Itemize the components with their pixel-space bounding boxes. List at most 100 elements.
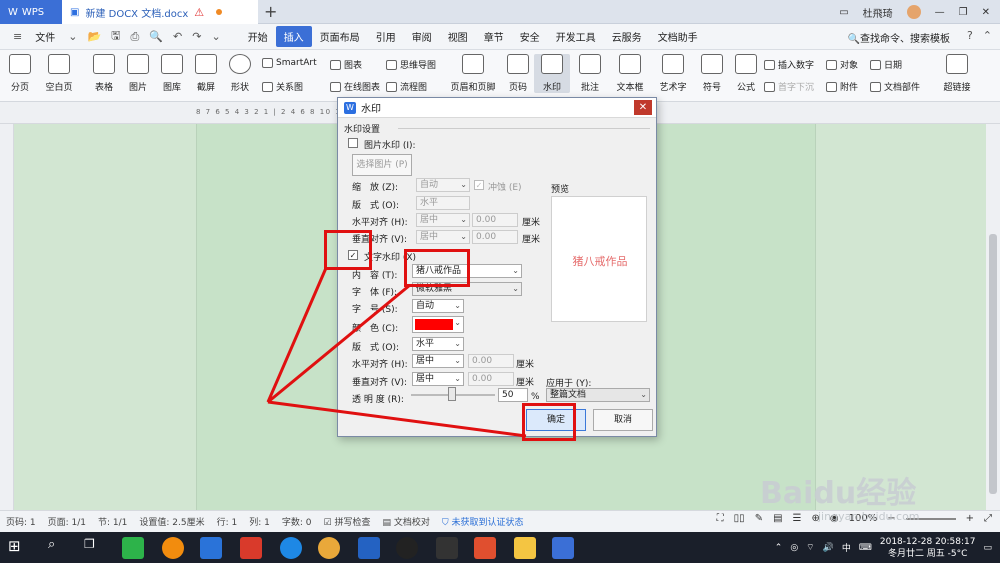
- qq-icon[interactable]: [396, 537, 418, 559]
- first-drop-button[interactable]: 首字下沉: [764, 80, 814, 93]
- washout-checkbox[interactable]: ✓: [474, 180, 484, 190]
- ie-icon[interactable]: [280, 537, 302, 559]
- online-chart-button[interactable]: 在线图表: [330, 80, 380, 93]
- scrollbar-thumb[interactable]: [989, 234, 997, 494]
- comment-button[interactable]: 批注: [576, 54, 604, 93]
- smartart-button[interactable]: SmartArt: [262, 58, 317, 68]
- pdf-icon[interactable]: [474, 537, 496, 559]
- task-view-icon[interactable]: ❐: [84, 537, 106, 559]
- vertical-ruler[interactable]: [0, 124, 14, 510]
- relation-button[interactable]: 关系图: [262, 80, 303, 93]
- close-window-button[interactable]: ✕: [982, 7, 990, 18]
- tray-app-icon[interactable]: ◎: [790, 543, 798, 553]
- hamburger-icon[interactable]: ≡: [8, 30, 27, 43]
- game-icon[interactable]: [436, 537, 458, 559]
- symbol-button[interactable]: 符号: [698, 54, 726, 93]
- avatar[interactable]: [906, 5, 921, 19]
- expand-icon[interactable]: ⤢: [984, 513, 992, 524]
- mindmap-button[interactable]: 思维导图: [386, 58, 436, 71]
- keyboard-icon[interactable]: ⌨: [859, 543, 872, 553]
- menu-references[interactable]: 引用: [368, 26, 404, 47]
- app-grid-icon[interactable]: [200, 537, 222, 559]
- color-picker[interactable]: ⌄: [412, 316, 464, 333]
- date-button[interactable]: 日期: [870, 58, 902, 71]
- wifi-icon[interactable]: ⌔: [806, 542, 814, 553]
- page-view-icon[interactable]: ▤: [773, 513, 782, 524]
- wechat-icon[interactable]: [122, 537, 144, 559]
- app-blue-icon[interactable]: [358, 537, 380, 559]
- transparency-slider-thumb[interactable]: [448, 387, 456, 401]
- text-halign-select[interactable]: 居中 ⌄: [412, 354, 464, 368]
- menu-insert[interactable]: 插入: [275, 26, 312, 47]
- undo-icon[interactable]: ↶: [168, 30, 187, 43]
- gallery-button[interactable]: 图库: [158, 54, 186, 93]
- text-halign-offset[interactable]: 0.00: [468, 354, 514, 368]
- volume-icon[interactable]: 🔊: [823, 543, 834, 553]
- doc-parts-button[interactable]: 文档部件: [870, 80, 920, 93]
- ime-indicator[interactable]: 中: [842, 541, 851, 554]
- proofread-button[interactable]: ▤ 文档校对: [382, 515, 429, 528]
- insert-number-button[interactable]: 插入数字: [764, 58, 814, 71]
- attachment-button[interactable]: 附件: [826, 80, 858, 93]
- object-button[interactable]: 对象: [826, 58, 858, 71]
- menu-cloud[interactable]: 云服务: [604, 26, 650, 47]
- header-footer-button[interactable]: 页眉和页脚: [448, 54, 498, 93]
- command-search[interactable]: 🔍查找命令、搜索模板: [848, 30, 950, 45]
- dialog-close-button[interactable]: ✕: [634, 100, 652, 115]
- table-button[interactable]: 表格: [90, 54, 118, 93]
- document-tab[interactable]: ▣ 新建 DOCX 文档.docx ⚠: [62, 0, 258, 24]
- select-picture-button[interactable]: 选择图片 (P): [352, 154, 412, 176]
- dialog-titlebar[interactable]: W 水印: [338, 98, 656, 118]
- text-valign-select[interactable]: 居中 ⌄: [412, 372, 464, 386]
- app-red-icon[interactable]: [240, 537, 262, 559]
- picture-watermark-checkbox[interactable]: [348, 138, 358, 148]
- blank-page-button[interactable]: 空白页: [40, 54, 78, 93]
- read-mode-icon[interactable]: ▯▯: [734, 513, 745, 524]
- picture-halign-select[interactable]: 居中 ⌄: [416, 213, 470, 227]
- size-select[interactable]: 自动 ⌄: [412, 299, 464, 313]
- wordart-button[interactable]: 艺术字: [654, 54, 692, 93]
- chart-button[interactable]: 图表: [330, 58, 362, 71]
- zoom-in-button[interactable]: +: [966, 513, 974, 524]
- windows-start-icon[interactable]: ⊞: [8, 537, 30, 559]
- screenshot-button[interactable]: 截屏: [192, 54, 220, 93]
- minimize-button[interactable]: —: [935, 7, 945, 18]
- menu-file[interactable]: 文件: [27, 26, 63, 47]
- formula-button[interactable]: 公式: [732, 54, 760, 93]
- wps-home-tab[interactable]: W WPS: [0, 0, 62, 24]
- page-number-button[interactable]: 页码: [504, 54, 532, 93]
- save-icon[interactable]: 🖫: [106, 27, 125, 46]
- cert-status[interactable]: ⛉ 未获取到认证状态: [442, 515, 524, 528]
- clock[interactable]: 2018-12-28 20:58:17 冬月廿二 周五 -5°C: [880, 536, 976, 560]
- outline-view-icon[interactable]: ☰: [793, 513, 802, 524]
- text-layout-select[interactable]: 水平 ⌄: [412, 337, 464, 351]
- redo-icon[interactable]: ↷: [187, 30, 206, 43]
- flowchart-button[interactable]: 流程图: [386, 80, 427, 93]
- apply-to-select[interactable]: 整篇文档 ⌄: [546, 388, 650, 402]
- menu-developer[interactable]: 开发工具: [548, 26, 604, 47]
- picture-halign-offset[interactable]: 0.00: [472, 213, 518, 227]
- page-break-button[interactable]: 分页: [6, 54, 34, 93]
- picture-button[interactable]: 图片: [124, 54, 152, 93]
- textbox-button[interactable]: 文本框: [612, 54, 648, 93]
- new-tab-button[interactable]: +: [264, 2, 277, 21]
- scale-select[interactable]: 自动 ⌄: [416, 178, 470, 192]
- folder-icon[interactable]: [514, 537, 536, 559]
- print-preview-icon[interactable]: 🔍: [144, 30, 168, 43]
- help-icon[interactable]: ?: [967, 29, 973, 42]
- color-app-icon[interactable]: [318, 537, 340, 559]
- picture-valign-select[interactable]: 居中 ⌄: [416, 230, 470, 244]
- spell-check-button[interactable]: ☑ 拼写检查: [324, 515, 371, 528]
- menu-security[interactable]: 安全: [512, 26, 548, 47]
- collapse-ribbon-icon[interactable]: ⌃: [983, 29, 992, 42]
- menu-home[interactable]: 开始: [240, 26, 276, 47]
- print-icon[interactable]: ⎙: [126, 30, 145, 44]
- restore-button[interactable]: ❐: [959, 7, 968, 18]
- menu-page-layout[interactable]: 页面布局: [312, 26, 368, 47]
- status-words[interactable]: 字数: 0: [282, 515, 312, 528]
- fullscreen-icon[interactable]: ⛶: [717, 513, 724, 524]
- cancel-button[interactable]: 取消: [593, 409, 653, 431]
- wps-taskbar-icon[interactable]: [552, 537, 574, 559]
- edit-mode-icon[interactable]: ✎: [755, 513, 763, 524]
- tablet-mode-icon[interactable]: ▭: [839, 7, 848, 18]
